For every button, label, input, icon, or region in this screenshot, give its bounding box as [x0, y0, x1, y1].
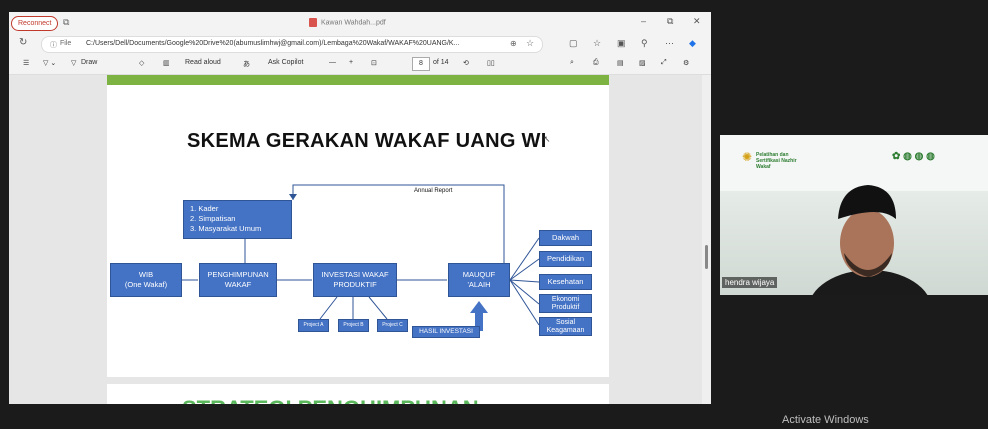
pdf-viewport[interactable]: SKEMA GERAKAN WAKAF UANG WI Annual Repor…	[9, 75, 711, 404]
penghimpunan-box: PENGHIMPUNAN WAKAF	[199, 263, 277, 297]
pdf-page-2: STRATEGI PENGHIMPUNAN	[107, 384, 609, 404]
document-title-text: Kawan Wahdah...pdf	[321, 19, 386, 27]
url-text[interactable]: C:/Users/Dell/Documents/Google%20Drive%2…	[86, 40, 459, 47]
project-a-box: Project A	[298, 319, 329, 332]
file-scheme-label: File	[60, 40, 72, 47]
title-bar: Reconnect ⧉ Kawan Wahdah...pdf – ⧉ ✕	[9, 12, 711, 34]
beneficiary-pendidikan: Pendidikan	[539, 251, 592, 267]
annual-report-label: Annual Report	[414, 188, 453, 194]
kader-box: 1. Kader 2. Simpatisan 3. Masyarakat Umu…	[183, 200, 292, 239]
url-field[interactable]: ⓘ File C:/Users/Dell/Documents/Google%20…	[41, 36, 543, 53]
activate-windows-watermark: Activate Windows	[782, 414, 869, 426]
draw-button[interactable]: Draw	[81, 59, 97, 66]
beneficiary-ekonomi: Ekonomi Produktif	[539, 294, 592, 313]
save-as-icon[interactable]: ▨	[639, 59, 646, 67]
read-aloud-button[interactable]: Read aloud	[185, 59, 221, 66]
mauquf-box: MAUQUF 'ALAIH	[448, 263, 510, 297]
tab-actions-icon[interactable]: ⧉	[63, 17, 69, 28]
zoom-icon[interactable]: ⊕	[510, 39, 517, 48]
draw-icon[interactable]: ▽	[71, 59, 76, 67]
favorite-star-icon[interactable]: ☆	[526, 38, 534, 49]
beneficiary-sosial: Sosial Keagamaan	[539, 317, 592, 336]
restore-button[interactable]: ⧉	[667, 16, 673, 27]
simpatisan-item: 2. Simpatisan	[190, 214, 236, 223]
document-title: Kawan Wahdah...pdf	[309, 18, 386, 27]
mouse-cursor-icon: ↖	[543, 134, 551, 144]
beneficiary-dakwah: Dakwah	[539, 230, 592, 246]
search-icon[interactable]: ⌕	[570, 59, 574, 67]
participant-name-label: hendra wijaya	[722, 277, 778, 288]
pdf-toolbar: ☰ ▽ ⌄ ▽ Draw ◇ ▥ Read aloud あ Ask Copilo…	[9, 54, 711, 75]
rotate-icon[interactable]: ⟲	[463, 59, 469, 67]
highlight-icon[interactable]: ▽ ⌄	[43, 59, 56, 67]
kader-item: 1. Kader	[190, 204, 219, 213]
video-tile[interactable]: ✺ Pelatihan dan Sertifikasi Nazhir Wakaf…	[720, 135, 988, 295]
info-icon[interactable]: ⓘ	[50, 40, 57, 50]
beneficiary-kesehatan: Kesehatan	[539, 274, 592, 290]
page-number-input[interactable]: 8	[412, 57, 430, 71]
translate-icon[interactable]: あ	[243, 59, 250, 69]
page-total: of 14	[433, 59, 449, 66]
page2-heading: STRATEGI PENGHIMPUNAN	[182, 396, 479, 404]
address-bar: ↻ ⓘ File C:/Users/Dell/Documents/Google%…	[9, 34, 711, 54]
print-icon[interactable]: ⎙	[593, 59, 599, 67]
extensions-icon[interactable]: ⚲	[641, 38, 648, 49]
contents-icon[interactable]: ☰	[23, 59, 29, 67]
page-view-icon[interactable]: ▥	[163, 59, 170, 67]
minimize-button[interactable]: –	[641, 16, 646, 26]
reconnect-button[interactable]: Reconnect	[11, 16, 59, 31]
project-c-box: Project C	[377, 319, 408, 332]
vertical-scrollbar[interactable]	[702, 75, 711, 404]
project-b-box: Project B	[338, 319, 369, 332]
collections-icon[interactable]: ▣	[617, 38, 626, 49]
zoom-in-button[interactable]: +	[349, 59, 353, 66]
eraser-icon[interactable]: ◇	[139, 59, 144, 67]
fullscreen-icon[interactable]: ⤢	[661, 59, 667, 67]
favorites-icon[interactable]: ☆	[593, 38, 601, 49]
pdf-viewer-window: Reconnect ⧉ Kawan Wahdah...pdf – ⧉ ✕ ↻ ⓘ…	[9, 12, 711, 404]
pdf-page: SKEMA GERAKAN WAKAF UANG WI Annual Repor…	[107, 75, 609, 377]
scrollbar-thumb[interactable]	[705, 245, 708, 269]
ask-copilot-button[interactable]: Ask Copilot	[268, 59, 303, 66]
investasi-box: INVESTASI WAKAF PRODUKTIF	[313, 263, 397, 297]
save-icon[interactable]: ▤	[617, 59, 624, 67]
more-menu-icon[interactable]: ⋯	[665, 38, 674, 49]
fit-page-icon[interactable]: ⊡	[371, 59, 377, 67]
refresh-icon[interactable]: ↻	[19, 37, 27, 48]
participant-avatar	[812, 185, 928, 295]
pdf-file-icon	[309, 18, 317, 27]
zoom-out-button[interactable]: —	[329, 59, 336, 66]
hasil-investasi-box: HASIL INVESTASI	[412, 326, 480, 338]
close-button[interactable]: ✕	[693, 16, 701, 27]
copilot-icon[interactable]: ◆	[689, 38, 696, 49]
split-screen-icon[interactable]: ▢	[569, 38, 578, 49]
wib-box: WIB (One Wakaf)	[110, 263, 182, 297]
masyarakat-item: 3. Masyarakat Umum	[190, 224, 262, 233]
two-page-icon[interactable]: ▯▯	[487, 59, 495, 67]
settings-gear-icon[interactable]: ⚙	[683, 59, 689, 67]
